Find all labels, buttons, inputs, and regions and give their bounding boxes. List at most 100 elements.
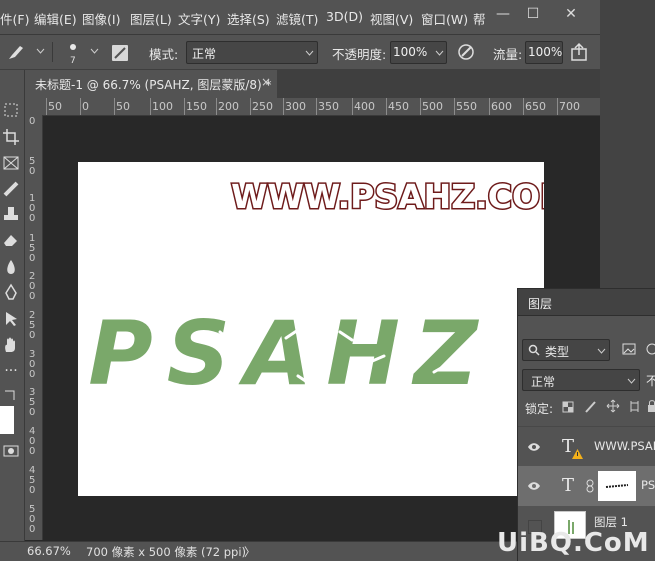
document-size: 700 像素 x 500 像素 (72 ppi) (86, 545, 247, 559)
ruler-tick (114, 98, 115, 115)
restore-button[interactable]: ☐ (520, 3, 546, 25)
status-expand-arrow[interactable]: 〉 (244, 544, 256, 560)
watermark: UiBQ.CoM (497, 528, 650, 558)
canvas-artwork: WWW.PSAHZ.COM PSAHZ (88, 176, 574, 406)
hand-tool-icon[interactable] (2, 336, 20, 354)
layer-row-url-text[interactable]: T WWW.PSAHZ (518, 426, 655, 467)
close-tab-icon[interactable]: × (261, 75, 271, 89)
visibility-eye-icon[interactable] (527, 481, 541, 491)
flow-field[interactable]: 100% (525, 41, 563, 64)
menu-bar: 件(F) 编辑(E) 图像(I) 图层(L) 文字(Y) 选择(S) 滤镜(T)… (0, 0, 600, 35)
layer-row-psahz-selected[interactable]: T PSA (518, 466, 655, 506)
clone-stamp-icon[interactable] (2, 205, 20, 223)
chevron-down-icon (597, 348, 606, 354)
ruler-label: 1 0 0 (29, 193, 36, 224)
warning-icon (572, 449, 583, 459)
chevron-down-icon[interactable] (90, 48, 99, 54)
lock-label: 锁定: (525, 402, 554, 416)
marquee-tool-icon[interactable] (2, 101, 20, 119)
more-tools-icon[interactable]: ··· (2, 362, 20, 380)
psahz-text: PSAHZ (88, 302, 491, 405)
ruler-tick (283, 98, 284, 115)
share-icon[interactable] (570, 42, 590, 62)
menu-image[interactable]: 图像(I) (82, 9, 120, 28)
chevron-down-icon (305, 50, 314, 56)
ruler-label: 150 (186, 100, 207, 113)
ruler-label: 2 0 0 (29, 271, 36, 302)
menu-window[interactable]: 窗口(W) (421, 9, 468, 28)
menu-3d[interactable]: 3D(D) (326, 9, 363, 24)
minimize-button[interactable]: — (490, 3, 516, 25)
pen-tool-icon[interactable] (2, 283, 20, 301)
visibility-eye-icon[interactable] (527, 442, 541, 452)
ruler-label: 500 (422, 100, 443, 113)
swap-colors-icon[interactable] (2, 388, 20, 406)
lock-position-icon[interactable] (606, 399, 620, 413)
ruler-label: 3 5 0 (29, 387, 36, 418)
document-tab[interactable]: 未标题-1 @ 66.7% (PSAHZ, 图层蒙版/8) * × (25, 70, 277, 98)
ruler-label: 300 (285, 100, 306, 113)
ruler-label: 5 0 0 (29, 504, 36, 535)
ruler-label: 350 (318, 100, 339, 113)
path-selection-icon[interactable] (2, 310, 20, 328)
brush-preset-dot-icon[interactable] (70, 44, 76, 50)
menu-view[interactable]: 视图(V) (370, 9, 413, 28)
search-icon (528, 344, 540, 356)
chevron-down-icon[interactable] (36, 48, 45, 54)
chevron-down-icon (627, 378, 636, 384)
mode-value: 正常 (192, 47, 217, 61)
lock-image-pixels-icon[interactable] (584, 400, 597, 413)
mode-select[interactable]: 正常 (186, 41, 318, 64)
ruler-label: 2 5 0 (29, 310, 36, 341)
menu-select[interactable]: 选择(S) (227, 9, 270, 28)
image-filter-icon[interactable] (622, 343, 636, 355)
url-text: WWW.PSAHZ.COM (231, 177, 544, 216)
chevron-down-icon (435, 50, 444, 56)
opacity-value: 100% (393, 45, 428, 59)
menu-help[interactable]: 帮 (473, 9, 486, 28)
mask-preview (605, 484, 629, 488)
layer-name[interactable]: WWW.PSAHZ (594, 439, 655, 453)
menu-edit[interactable]: 编辑(E) (34, 9, 77, 28)
ruler-label: 0 (29, 116, 36, 127)
background-color-swatch[interactable] (0, 406, 14, 434)
crop-tool-icon[interactable] (2, 128, 20, 146)
menu-filter[interactable]: 滤镜(T) (276, 9, 318, 28)
close-button[interactable]: ✕ (558, 3, 584, 25)
ruler-label: 4 5 0 (29, 465, 36, 496)
zoom-level[interactable]: 66.67% (27, 544, 71, 558)
document-canvas[interactable]: WWW.PSAHZ.COM PSAHZ (78, 162, 574, 496)
ruler-tick (80, 98, 81, 115)
ruler-label: 50 (116, 100, 130, 113)
brush-tool-icon[interactable] (6, 43, 28, 61)
menu-layer[interactable]: 图层(L) (130, 9, 172, 28)
layers-panel-header: 图层 (518, 289, 655, 316)
layers-tab[interactable]: 图层 (528, 295, 552, 312)
ruler-label: 650 (525, 100, 546, 113)
lock-all-icon[interactable] (647, 399, 655, 413)
layer-name[interactable]: PSA (641, 478, 655, 492)
ruler-label: 250 (252, 100, 273, 113)
horizontal-ruler: 50 0 50 100 150 200 250 300 350 400 450 500 550 600 65… (25, 98, 600, 116)
layer-mask-thumbnail[interactable] (598, 471, 636, 501)
blend-mode-select[interactable]: 正常 (522, 369, 640, 391)
opacity-field[interactable]: 100% (390, 41, 447, 64)
ruler-tick (150, 98, 151, 115)
blur-tool-icon[interactable] (2, 258, 20, 276)
menu-type[interactable]: 文字(Y) (178, 9, 220, 28)
ruler-tick (420, 98, 421, 115)
pressure-opacity-icon[interactable] (456, 42, 476, 62)
lock-artboard-icon[interactable] (628, 400, 641, 413)
menu-file[interactable]: 件(F) (0, 9, 29, 28)
eraser-tool-icon[interactable] (2, 231, 20, 249)
frame-tool-icon[interactable] (2, 154, 20, 172)
layer-filter-select[interactable]: 类型 (522, 339, 610, 361)
link-icon[interactable] (586, 479, 594, 493)
ruler-tick (46, 98, 47, 115)
healing-brush-icon[interactable] (2, 180, 20, 198)
quick-mask-icon[interactable] (2, 442, 20, 460)
brush-settings-icon[interactable] (111, 44, 129, 62)
adjustment-filter-icon[interactable] (646, 343, 655, 355)
lock-transparent-pixels-icon[interactable] (562, 401, 574, 413)
ruler-label: 50 (48, 100, 62, 113)
